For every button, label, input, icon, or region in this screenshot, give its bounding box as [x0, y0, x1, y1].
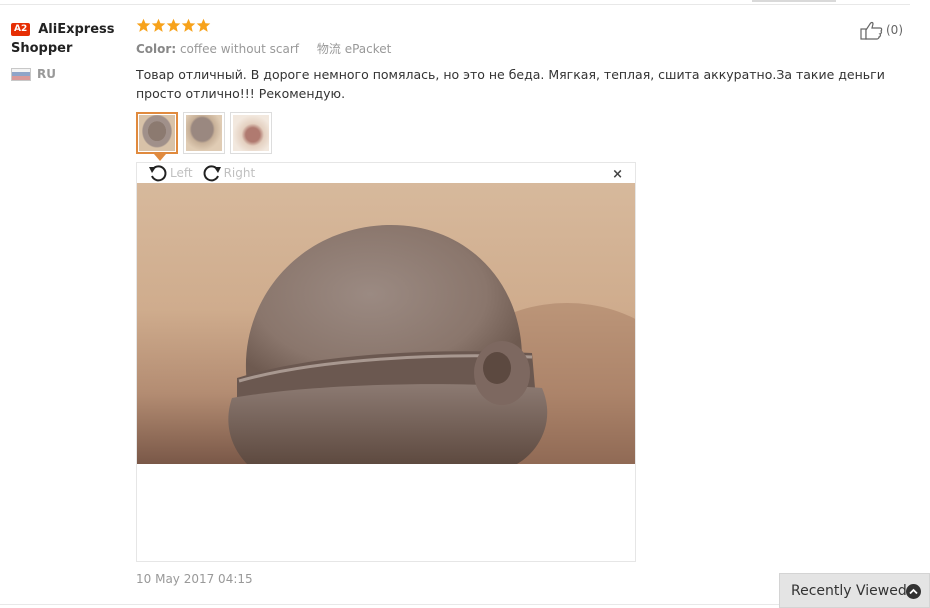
star-icon [196, 18, 211, 32]
rotate-left-label: Left [170, 166, 193, 180]
close-icon[interactable]: × [612, 167, 623, 182]
russia-flag-icon [11, 67, 31, 81]
top-divider [0, 4, 910, 5]
photo-thumbnail-2[interactable] [183, 112, 225, 154]
star-icon [166, 18, 181, 32]
photo-viewer: Left Right × [136, 162, 636, 562]
photo-thumbnail-3[interactable] [230, 112, 272, 154]
photo-thumbnail-image [233, 115, 269, 151]
photo-thumbnail-image [186, 115, 222, 151]
photo-viewer-toolbar: Left Right × [137, 163, 635, 183]
rotate-left-button[interactable]: Left [147, 163, 193, 183]
active-pointer-icon [154, 154, 166, 161]
color-value: coffee without scarf [179, 42, 300, 56]
review-photo [137, 183, 635, 464]
recently-viewed-button[interactable]: Recently Viewed [779, 573, 930, 608]
order-info: Color: coffee without scarf 物流 ePacket [136, 41, 916, 57]
buyer-country: RU [11, 67, 56, 81]
buyer-name-line2: Shopper [11, 41, 73, 56]
photo-thumbnail-1[interactable] [136, 112, 178, 161]
helpful-button[interactable]: (0) [860, 20, 903, 40]
review-text: Товар отличный. В дороге немного помялас… [136, 67, 885, 101]
rotate-right-button[interactable]: Right [201, 163, 256, 183]
helpful-count: (0) [886, 23, 903, 37]
buyer-level-badge: A2 [11, 23, 31, 36]
top-tab-indicator [752, 0, 836, 2]
hat-photo-image [228, 224, 635, 464]
review-date: 10 May 2017 04:15 [136, 572, 253, 586]
review-body: Color: coffee without scarf 物流 ePacket Т… [136, 18, 916, 586]
buyer-info: A2 AliExpress Shopper RU [11, 20, 131, 81]
bottom-divider [0, 604, 780, 605]
recently-viewed-label: Recently Viewed [791, 582, 907, 599]
country-code: RU [37, 67, 56, 81]
rotate-right-icon [203, 165, 221, 182]
shipping-label: 物流 [316, 42, 341, 56]
star-icon [181, 18, 196, 32]
photo-thumbnails [136, 112, 916, 161]
star-icon [151, 18, 166, 32]
photo-thumbnail-image [139, 115, 175, 151]
star-icon [136, 18, 151, 32]
star-rating [136, 18, 916, 36]
color-label: Color: [136, 42, 177, 56]
shipping-value: ePacket [344, 42, 392, 56]
rotate-right-label: Right [223, 166, 256, 180]
thumbs-up-icon [860, 21, 883, 40]
rotate-left-icon [149, 165, 167, 182]
chevron-up-icon [906, 584, 921, 599]
buyer-name: AliExpress [38, 22, 115, 37]
